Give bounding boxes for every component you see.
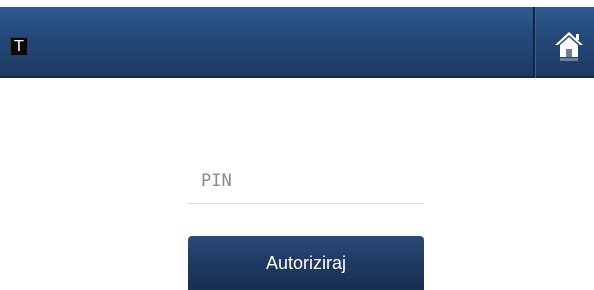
- pin-input[interactable]: [188, 158, 424, 204]
- authorize-button[interactable]: Autoriziraj: [188, 236, 424, 290]
- home-button[interactable]: [552, 29, 586, 63]
- app-logo: T: [10, 37, 28, 56]
- app-header: T: [0, 7, 594, 78]
- home-icon: [554, 30, 584, 62]
- header-divider: [533, 7, 536, 78]
